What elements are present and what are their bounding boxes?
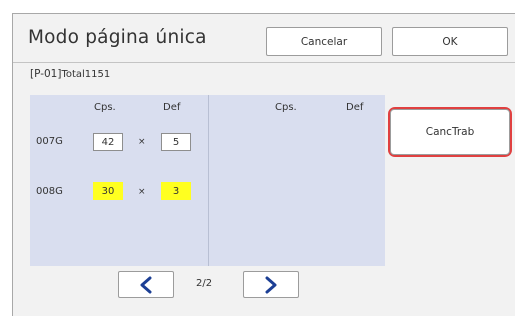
panel-column-divider [208,95,209,266]
job-total: Total1151 [61,69,111,80]
left-copies-header: Cps. [94,102,116,113]
ok-button[interactable]: OK [392,27,508,56]
cancel-job-label: CancTrab [390,109,510,155]
cancel-button[interactable]: Cancelar [266,27,382,56]
chevron-right-icon [265,276,277,293]
header-divider [13,62,515,63]
row-label-007g: 007G [36,136,63,147]
row-007g-copies[interactable]: 42 [93,133,123,151]
job-info: [P-01]Total1151 [30,68,110,80]
cancel-job-button[interactable]: CancTrab [388,107,512,157]
job-code: [P-01] [30,68,62,80]
dialog-title: Modo página única [28,27,207,48]
times-sign: × [138,137,146,147]
right-copies-header: Cps. [275,102,297,113]
row-008g-sets[interactable]: 3 [161,182,191,200]
row-007g-sets[interactable]: 5 [161,133,191,151]
right-sets-header: Def [346,102,364,113]
row-008g-copies[interactable]: 30 [93,182,123,200]
chevron-left-icon [140,276,152,293]
row-label-008g: 008G [36,186,63,197]
left-sets-header: Def [163,102,181,113]
prev-page-button[interactable] [118,271,174,298]
times-sign: × [138,187,146,197]
page-indicator: 2/2 [196,278,213,289]
next-page-button[interactable] [243,271,299,298]
